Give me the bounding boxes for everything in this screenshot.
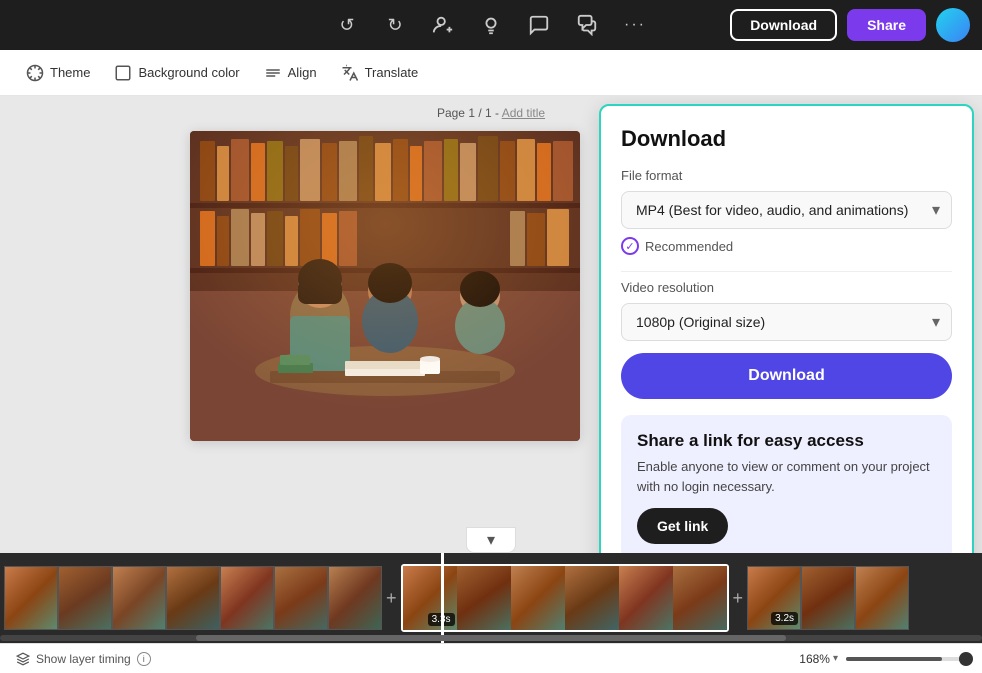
magic-button[interactable]: [473, 7, 509, 43]
zoom-chevron: ▾: [833, 653, 838, 664]
thumb-group-1: [4, 566, 382, 630]
active-thumbnail-2: [457, 566, 511, 630]
share-section: Share a link for easy access Enable anyo…: [621, 415, 952, 553]
zoom-level-display[interactable]: 168% ▾: [799, 652, 838, 666]
divider: [621, 271, 952, 272]
plus-separator-1[interactable]: +: [382, 588, 401, 609]
add-user-icon: [432, 14, 454, 36]
second-thumbnail-3: [855, 566, 909, 630]
align-tool[interactable]: Align: [254, 58, 327, 88]
add-title-link[interactable]: Add title: [502, 106, 545, 120]
file-format-wrapper: MP4 (Best for video, audio, and animatio…: [621, 191, 952, 229]
show-layer-label: Show layer timing: [36, 652, 131, 666]
plus-separator-2[interactable]: +: [729, 588, 748, 609]
download-action-button[interactable]: Download: [621, 353, 952, 399]
thumbnail[interactable]: [58, 566, 112, 630]
resolution-wrapper: 1080p (Original size) 720p 480p ▾: [621, 303, 952, 341]
thumbnail[interactable]: [274, 566, 328, 630]
show-layer-timing[interactable]: Show layer timing i: [16, 652, 151, 666]
share-title: Share a link for easy access: [637, 431, 936, 451]
file-format-label: File format: [621, 168, 952, 183]
background-color-label: Background color: [138, 65, 239, 80]
second-segment-duration: 3.2s: [771, 612, 798, 625]
panel-title: Download: [621, 126, 952, 152]
recommended-badge: ✓ Recommended: [621, 237, 952, 255]
more-button[interactable]: ···: [617, 7, 653, 43]
info-icon[interactable]: i: [137, 652, 151, 666]
theme-label: Theme: [50, 65, 90, 80]
avatar[interactable]: [936, 8, 970, 42]
undo-button[interactable]: ↺: [329, 7, 365, 43]
chat-icon: [576, 14, 598, 36]
canvas-image: [190, 131, 580, 441]
bottom-bar: Show layer timing i 168% ▾: [0, 643, 982, 673]
thumbnail[interactable]: [220, 566, 274, 630]
check-icon: ✓: [621, 237, 639, 255]
recommended-label: Recommended: [645, 239, 733, 254]
active-thumbnail-4: [565, 566, 619, 630]
toolbar-center: ↺ ↻ ···: [329, 7, 653, 43]
get-link-button[interactable]: Get link: [637, 508, 728, 544]
second-segment[interactable]: 3.2s: [747, 566, 909, 630]
expand-arrow-button[interactable]: ▾: [466, 527, 516, 553]
translate-tool[interactable]: Translate: [331, 58, 429, 88]
theme-tool[interactable]: Theme: [16, 58, 100, 88]
secondary-toolbar: Theme Background color Align Translate: [0, 50, 982, 96]
chat-button[interactable]: [569, 7, 605, 43]
layers-icon: [16, 652, 30, 666]
align-icon: [264, 64, 282, 82]
background-icon: [114, 64, 132, 82]
page-number: Page 1 / 1: [437, 106, 492, 120]
active-segment[interactable]: 3.3s: [401, 564, 729, 632]
main-area: Page 1 / 1 - Add title: [0, 96, 982, 553]
zoom-slider-fill: [846, 657, 942, 661]
segment-duration: 3.3s: [428, 613, 455, 626]
active-thumbnail-5: [619, 566, 673, 630]
more-icon: ···: [624, 16, 646, 34]
second-thumbnail-1: 3.2s: [747, 566, 801, 630]
add-user-button[interactable]: [425, 7, 461, 43]
comment-button[interactable]: [521, 7, 557, 43]
align-label: Align: [288, 65, 317, 80]
thumbnail[interactable]: [328, 566, 382, 630]
comment-icon: [528, 14, 550, 36]
expand-icon: ▾: [487, 532, 495, 549]
video-resolution-label: Video resolution: [621, 280, 952, 295]
timeline-scrollbar-thumb[interactable]: [196, 635, 785, 641]
thumbnail[interactable]: [166, 566, 220, 630]
redo-icon: ↻: [387, 15, 402, 36]
top-toolbar: ↺ ↻ ··· Down: [0, 0, 982, 50]
toolbar-right: Download Share: [730, 8, 970, 42]
file-format-select[interactable]: MP4 (Best for video, audio, and animatio…: [621, 191, 952, 229]
thumbnail[interactable]: [4, 566, 58, 630]
page-separator: -: [492, 106, 502, 120]
timeline-area: + 3.3s + 3.2s: [0, 553, 982, 643]
translate-icon: [341, 64, 359, 82]
active-thumbnail-1: 3.3s: [403, 566, 457, 630]
bulb-icon: [480, 14, 502, 36]
theme-icon: [26, 64, 44, 82]
zoom-percentage: 168%: [799, 652, 830, 666]
canvas-page: [190, 131, 580, 441]
zoom-slider-thumb[interactable]: [959, 652, 973, 666]
background-color-tool[interactable]: Background color: [104, 58, 249, 88]
thumbnail[interactable]: [112, 566, 166, 630]
share-description: Enable anyone to view or comment on your…: [637, 457, 936, 496]
resolution-select[interactable]: 1080p (Original size) 720p 480p: [621, 303, 952, 341]
translate-label: Translate: [365, 65, 419, 80]
zoom-control: 168% ▾: [799, 652, 966, 666]
undo-icon: ↺: [339, 15, 354, 36]
second-thumbnail-2: [801, 566, 855, 630]
page-indicator: Page 1 / 1 - Add title: [437, 106, 545, 120]
download-panel: Download File format MP4 (Best for video…: [599, 104, 974, 553]
download-header-button[interactable]: Download: [730, 9, 837, 41]
share-button[interactable]: Share: [847, 9, 926, 41]
active-thumbnail-3: [511, 566, 565, 630]
timeline-track[interactable]: + 3.3s + 3.2s: [0, 553, 982, 643]
redo-button[interactable]: ↻: [377, 7, 413, 43]
timeline-scrollbar[interactable]: [0, 635, 982, 641]
active-thumbnail-6: [673, 566, 727, 630]
zoom-slider[interactable]: [846, 657, 966, 661]
